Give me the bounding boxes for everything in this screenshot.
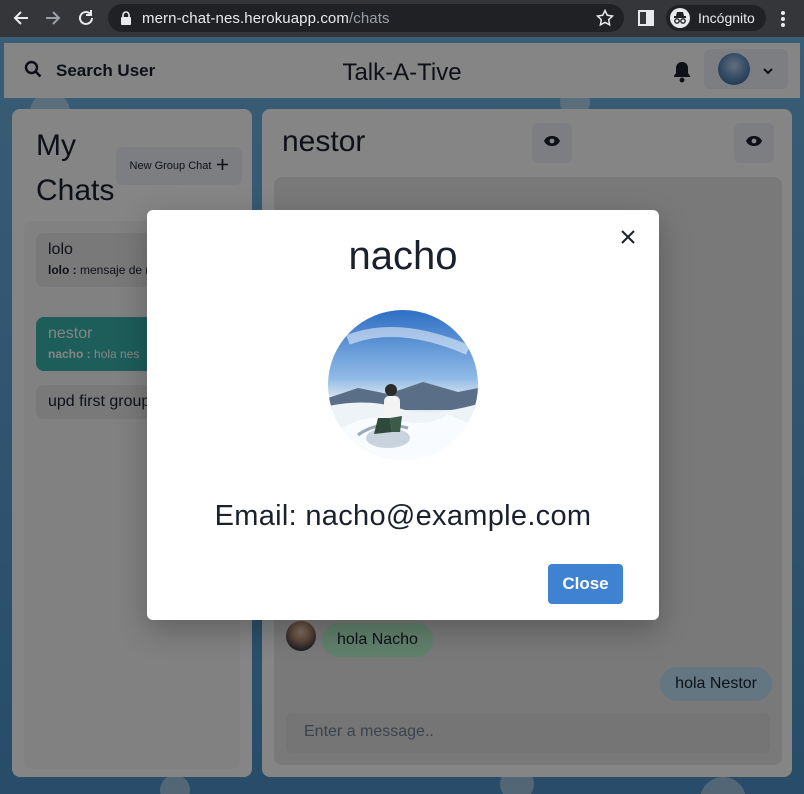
browser-toolbar: mern-chat-nes.herokuapp.com/chats Incógn… [0,0,804,37]
side-panel-icon[interactable] [638,10,654,31]
url-path: /chats [348,10,390,27]
profile-email: Email: nacho@example.com [214,500,592,532]
url-text: mern-chat-nes.herokuapp.com/chats [142,10,390,27]
url-domain: mern-chat-nes.herokuapp.com [142,10,349,27]
profile-modal: nacho Email: nacho@example.com Close [147,210,659,620]
modal-title: nacho [348,234,458,278]
close-icon[interactable] [613,222,643,252]
reload-icon[interactable] [75,7,97,29]
incognito-badge[interactable]: Incógnito [666,5,766,31]
bookmark-star-icon[interactable] [595,8,615,32]
lock-icon [120,11,132,30]
address-bar[interactable]: mern-chat-nes.herokuapp.com/chats [108,4,624,32]
forward-arrow-icon[interactable] [42,7,64,29]
close-button[interactable]: Close [548,564,623,604]
more-menu-icon[interactable] [780,10,786,33]
profile-picture [328,310,478,460]
incognito-label: Incógnito [698,10,755,26]
incognito-icon [670,8,690,33]
back-arrow-icon[interactable] [10,7,32,29]
